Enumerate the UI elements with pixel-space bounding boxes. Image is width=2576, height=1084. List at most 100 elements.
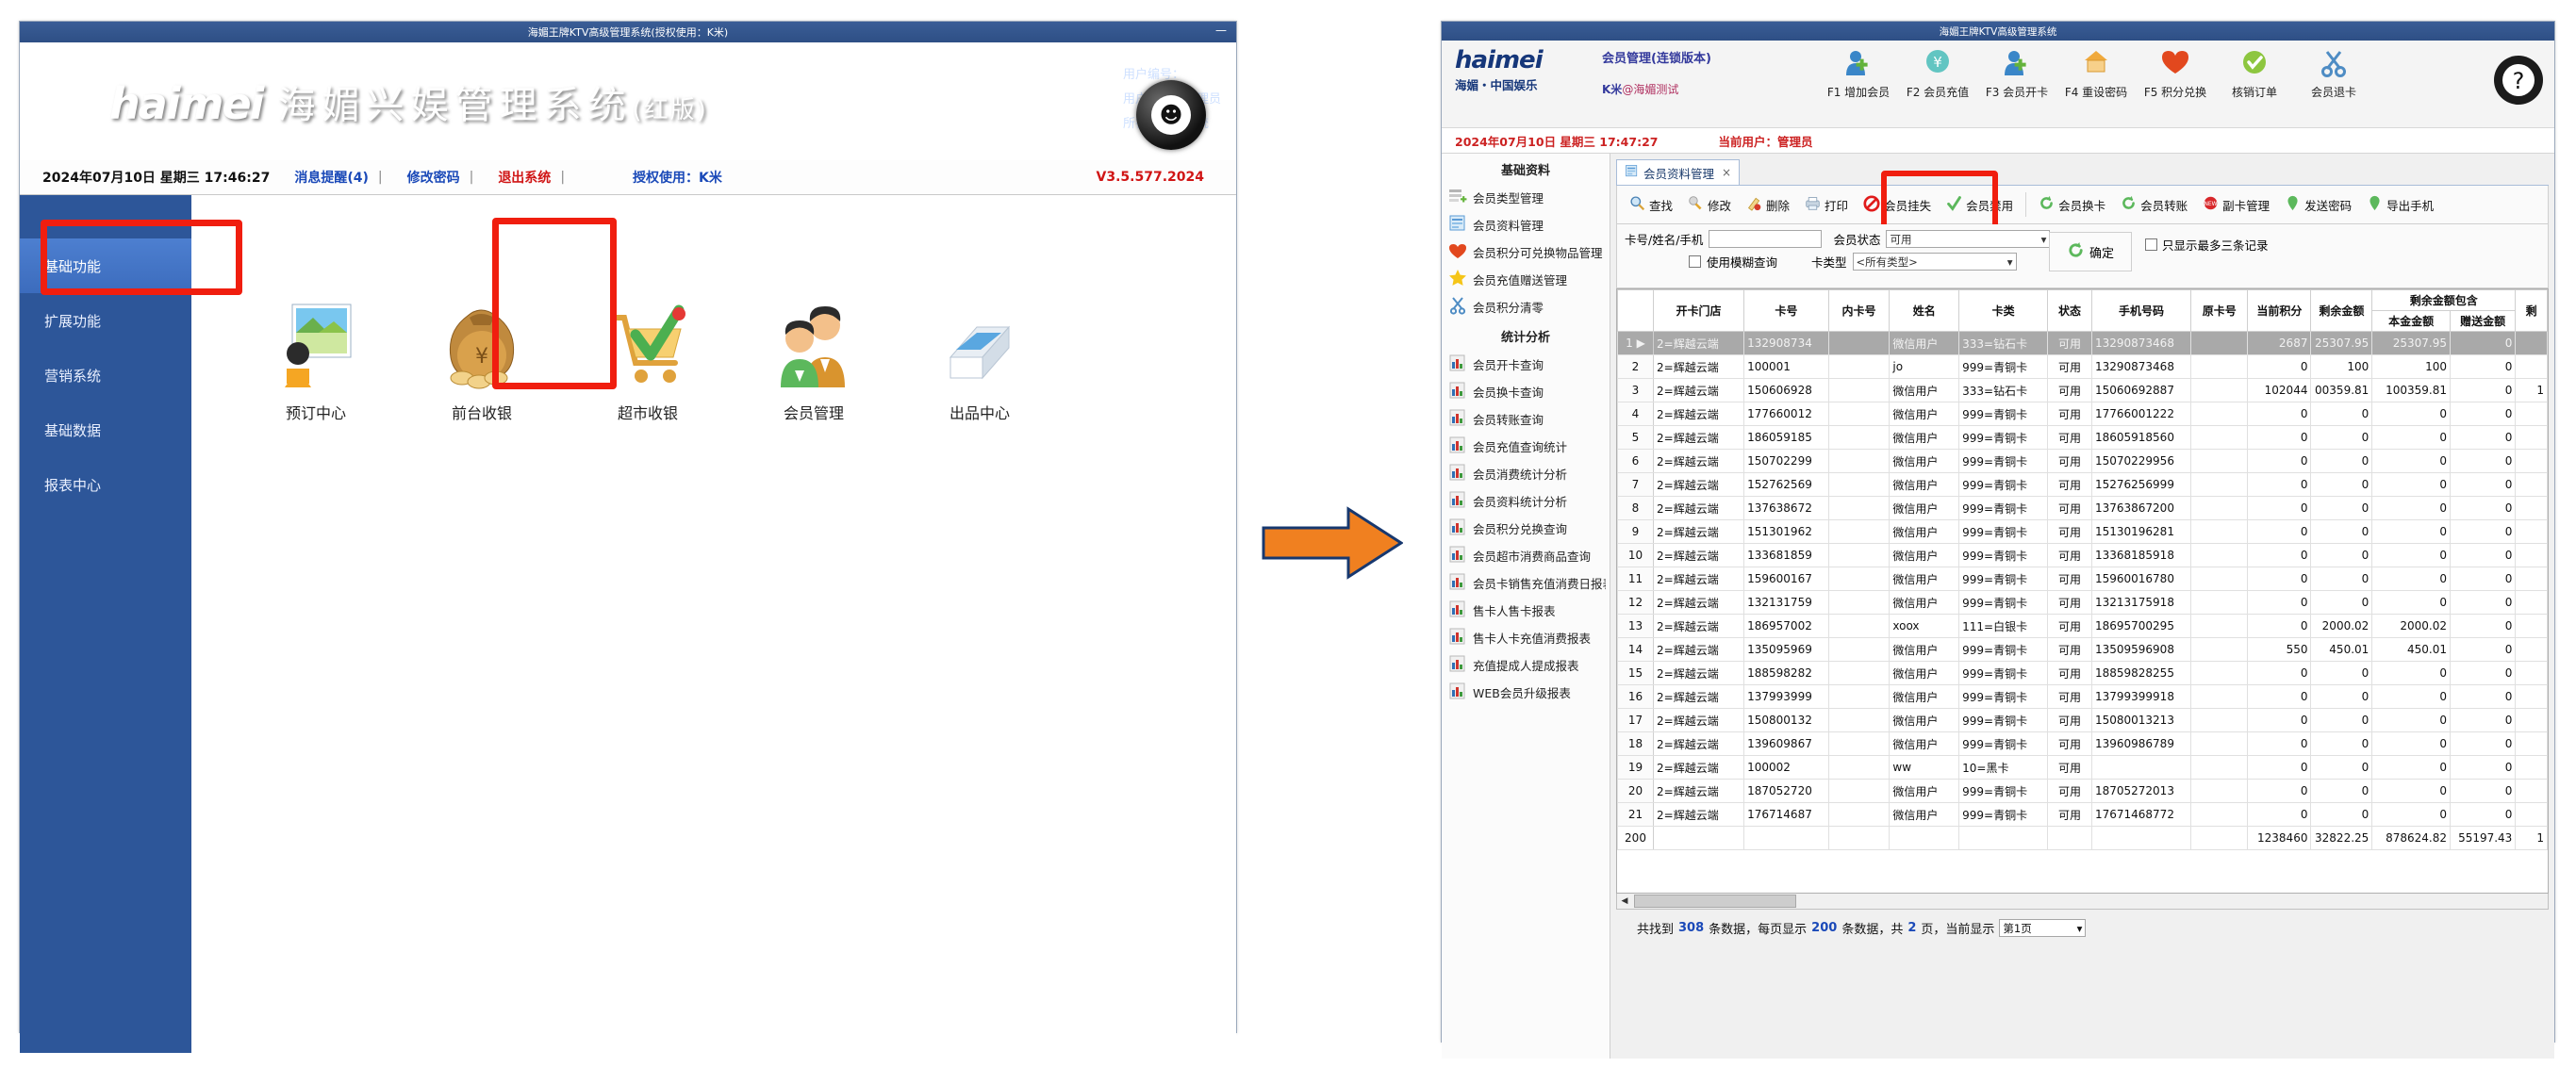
logout-link[interactable]: 退出系统 xyxy=(498,168,551,187)
action-report-lost[interactable]: 会员挂失 xyxy=(1857,192,1938,218)
action-disable-member[interactable]: 会员禁用 xyxy=(1940,192,2020,217)
table-row[interactable]: 17 2=辉越云端 150800132 微信用户 999=青铜卡 可用 1508001321… xyxy=(1617,708,2548,732)
page-select[interactable]: 第1页 ▾ xyxy=(1999,919,2087,937)
toolbar-add-member[interactable]: F1 增加会员 xyxy=(1819,42,1898,100)
close-icon[interactable]: × xyxy=(1722,166,1731,179)
sidebar-item-member-data-statistics[interactable]: 会员资料统计分析 xyxy=(1442,487,1610,515)
user-avatar[interactable]: ☻ xyxy=(1136,80,1206,150)
sidebar-item-recharge-query-statistics[interactable]: 会员充值查询统计 xyxy=(1442,433,1610,460)
toolbar-reset-password[interactable]: F4 重设密码 xyxy=(2056,42,2136,100)
keyword-input[interactable] xyxy=(1709,230,1823,248)
table-row[interactable]: 6 2=辉越云端 150702299 微信用户 999=青铜卡 可用 15070229956… xyxy=(1617,449,2548,473)
table-row[interactable]: 8 2=辉越云端 137638672 微信用户 999=青铜卡 可用 13763867200… xyxy=(1617,496,2548,520)
only-three-records-checkbox[interactable] xyxy=(2145,238,2157,251)
table-row[interactable]: 2 2=辉越云端 100001 jo 999=青铜卡 可用 13290873468 0 100 1… xyxy=(1617,354,2548,379)
table-cell xyxy=(2515,402,2548,426)
sidebar-item-commission-report[interactable]: 充值提成人提成报表 xyxy=(1442,651,1610,679)
scroll-left-icon[interactable]: ◀ xyxy=(1617,895,1632,908)
table-row[interactable]: 21 2=辉越云端 176714687 微信用户 999=青铜卡 可用 1767146877… xyxy=(1617,802,2548,827)
sidebar-item-market-goods-query[interactable]: 会员超市消费商品查询 xyxy=(1442,542,1610,569)
sidebar-item-points-clear[interactable]: 会员积分清零 xyxy=(1442,293,1610,320)
col-principal-amount: 本金金额 xyxy=(2371,310,2452,332)
status-select[interactable]: 可用 ▾ xyxy=(1886,230,2051,248)
tab-member-data-management[interactable]: 会员资料管理 × xyxy=(1616,159,1741,185)
sidebar-item-basic-functions[interactable]: 基础功能 xyxy=(20,238,191,293)
horizontal-scrollbar[interactable]: ◀ xyxy=(1616,894,2549,910)
confirm-button[interactable]: 确定 xyxy=(2049,232,2132,271)
left-window-title: 海媚王牌KTV高级管理系统(授权使用：K米) xyxy=(527,26,729,39)
action-send-password[interactable]: 发送密码 xyxy=(2278,192,2358,217)
table-row[interactable]: 1 ▶ 2=辉越云端 132908734 微信用户 333=钻石卡 可用 132908734… xyxy=(1617,331,2548,355)
action-print[interactable]: 打印 xyxy=(1798,192,1855,217)
table-cell: 13213175918 xyxy=(2090,590,2192,615)
sidebar-item-web-member-upgrade-report[interactable]: WEB会员升级报表 xyxy=(1442,679,1610,706)
help-question-icon[interactable]: ? xyxy=(2492,54,2545,110)
fuzzy-search-checkbox[interactable] xyxy=(1689,255,1701,268)
sidebar-item-consumption-statistics[interactable]: 会员消费统计分析 xyxy=(1442,460,1610,487)
toolbar-return-card[interactable]: 会员退卡 xyxy=(2294,42,2373,100)
action-transfer[interactable]: 会员转账 xyxy=(2114,192,2194,217)
toolbar-points-exchange[interactable]: F5 积分兑换 xyxy=(2136,42,2215,100)
table-cell xyxy=(1827,684,1891,709)
cardtype-select[interactable]: <所有类型> ▾ xyxy=(1852,253,2017,271)
table-row[interactable]: 10 2=辉越云端 133681859 微信用户 999=青铜卡 可用 1336818591… xyxy=(1617,543,2548,567)
left-window-body: 基础功能 扩展功能 营销系统 基础数据 报表中心 预订中心 ¥ 前台收银 超市收… xyxy=(20,195,1236,1053)
sidebar-item-transfer-query[interactable]: 会员转账查询 xyxy=(1442,405,1610,433)
table-cell: 137638672 xyxy=(1743,496,1829,520)
sidebar-item-marketing-system[interactable]: 营销系统 xyxy=(20,348,191,402)
table-row[interactable]: 11 2=辉越云端 159600167 微信用户 999=青铜卡 可用 1596001678… xyxy=(1617,567,2548,591)
table-cell: 微信用户 xyxy=(1889,472,1960,497)
minimize-button[interactable]: — xyxy=(1215,25,1227,36)
sidebar-item-seller-recharge-report[interactable]: 售卡人卡充值消费报表 xyxy=(1442,624,1610,651)
app-market-cashier[interactable]: 超市收银 xyxy=(591,280,704,423)
sidebar-item-seller-card-report[interactable]: 售卡人售卡报表 xyxy=(1442,597,1610,624)
only-three-records-row[interactable]: 只显示最多三条记录 xyxy=(2145,236,2269,254)
table-row[interactable]: 15 2=辉越云端 188598282 微信用户 999=青铜卡 可用 1885982825… xyxy=(1617,661,2548,685)
table-row[interactable]: 3 2=辉越云端 150606928 微信用户 333=钻石卡 可用 15060692887… xyxy=(1617,378,2548,402)
member-data-grid[interactable]: 开卡门店 卡号 内卡号 姓名 卡类 状态 手机号码 原卡号 当前积分 剩余金额 xyxy=(1616,288,2549,894)
table-row[interactable]: 20 2=辉越云端 187052720 微信用户 999=青铜卡 可用 1870527201… xyxy=(1617,779,2548,803)
action-export-phone[interactable]: 导出手机 xyxy=(2360,192,2440,217)
action-sub-card-management[interactable]: NEW 副卡管理 xyxy=(2196,192,2276,217)
app-booking-center[interactable]: 预订中心 xyxy=(259,280,372,423)
table-row[interactable]: 7 2=辉越云端 152762569 微信用户 999=青铜卡 可用 15276256999… xyxy=(1617,472,2548,497)
table-row[interactable]: 16 2=辉越云端 137993999 微信用户 999=青铜卡 可用 1379939991… xyxy=(1617,684,2548,709)
table-row[interactable]: 13 2=辉越云端 186957002 xoox 111=白银卡 可用 1869570029… xyxy=(1617,614,2548,638)
table-row[interactable]: 4 2=辉越云端 177660012 微信用户 999=青铜卡 可用 17766001222… xyxy=(1617,402,2548,426)
sidebar-item-points-exchange-query[interactable]: 会员积分兑换查询 xyxy=(1442,515,1610,542)
sidebar-item-member-type-management[interactable]: 会员类型管理 xyxy=(1442,184,1610,211)
app-member-management[interactable]: 会员管理 xyxy=(757,280,870,423)
sidebar-item-member-data-management[interactable]: 会员资料管理 xyxy=(1442,211,1610,238)
sidebar-item-card-sales-daily-report[interactable]: 会员卡销售充值消费日报表 xyxy=(1442,569,1610,597)
scrollbar-thumb[interactable] xyxy=(1634,895,1796,908)
sidebar-item-open-card-query[interactable]: 会员开卡查询 xyxy=(1442,351,1610,378)
toolbar-member-recharge[interactable]: ¥ F2 会员充值 xyxy=(1898,42,1977,100)
table-cell: 可用 xyxy=(2047,449,2092,473)
sidebar-item-points-exchangeable-goods[interactable]: 会员积分可兑换物品管理 xyxy=(1442,238,1610,266)
action-delete[interactable]: 删除 xyxy=(1740,192,1796,217)
table-row[interactable]: 5 2=辉越云端 186059185 微信用户 999=青铜卡 可用 18605918560… xyxy=(1617,425,2548,450)
action-label: 删除 xyxy=(1766,198,1791,213)
table-row[interactable]: 19 2=辉越云端 100002 ww 10=黑卡 可用 0 0 0 0 xyxy=(1617,755,2548,780)
action-change-card[interactable]: 会员换卡 xyxy=(2032,192,2112,217)
table-row[interactable]: 14 2=辉越云端 135095969 微信用户 999=青铜卡 可用 1350959690… xyxy=(1617,637,2548,662)
table-row[interactable]: 18 2=辉越云端 139609867 微信用户 999=青铜卡 可用 1396098678… xyxy=(1617,731,2548,756)
app-kitchen-center[interactable]: 出品中心 xyxy=(923,280,1036,423)
change-password-link[interactable]: 修改密码 xyxy=(407,168,460,187)
fuzzy-search-label: 使用模糊查询 xyxy=(1707,255,1778,270)
sidebar-item-extended-functions[interactable]: 扩展功能 xyxy=(20,293,191,348)
app-front-desk-cashier[interactable]: ¥ 前台收银 xyxy=(425,280,538,423)
sidebar-item-recharge-gift-management[interactable]: 会员充值赠送管理 xyxy=(1442,266,1610,293)
message-alert-link[interactable]: 消息提醒(4) xyxy=(294,168,369,187)
toolbar-verify-order[interactable]: 核销订单 xyxy=(2215,42,2294,100)
sidebar-item-change-card-query[interactable]: 会员换卡查询 xyxy=(1442,378,1610,405)
table-row[interactable]: 12 2=辉越云端 132131759 微信用户 999=青铜卡 可用 1321317591… xyxy=(1617,590,2548,615)
action-modify[interactable]: 修改 xyxy=(1681,192,1738,217)
tab-label: 会员资料管理 xyxy=(1643,166,1715,181)
action-search[interactable]: 查找 xyxy=(1623,192,1679,217)
table-row[interactable]: 9 2=辉越云端 151301962 微信用户 999=青铜卡 可用 15130196281… xyxy=(1617,519,2548,544)
sidebar-item-basic-data[interactable]: 基础数据 xyxy=(20,402,191,457)
toolbar-open-card[interactable]: F3 会员开卡 xyxy=(1977,42,2056,100)
table-cell: 25307.95 xyxy=(2371,331,2452,355)
sidebar-item-report-center[interactable]: 报表中心 xyxy=(20,457,191,512)
